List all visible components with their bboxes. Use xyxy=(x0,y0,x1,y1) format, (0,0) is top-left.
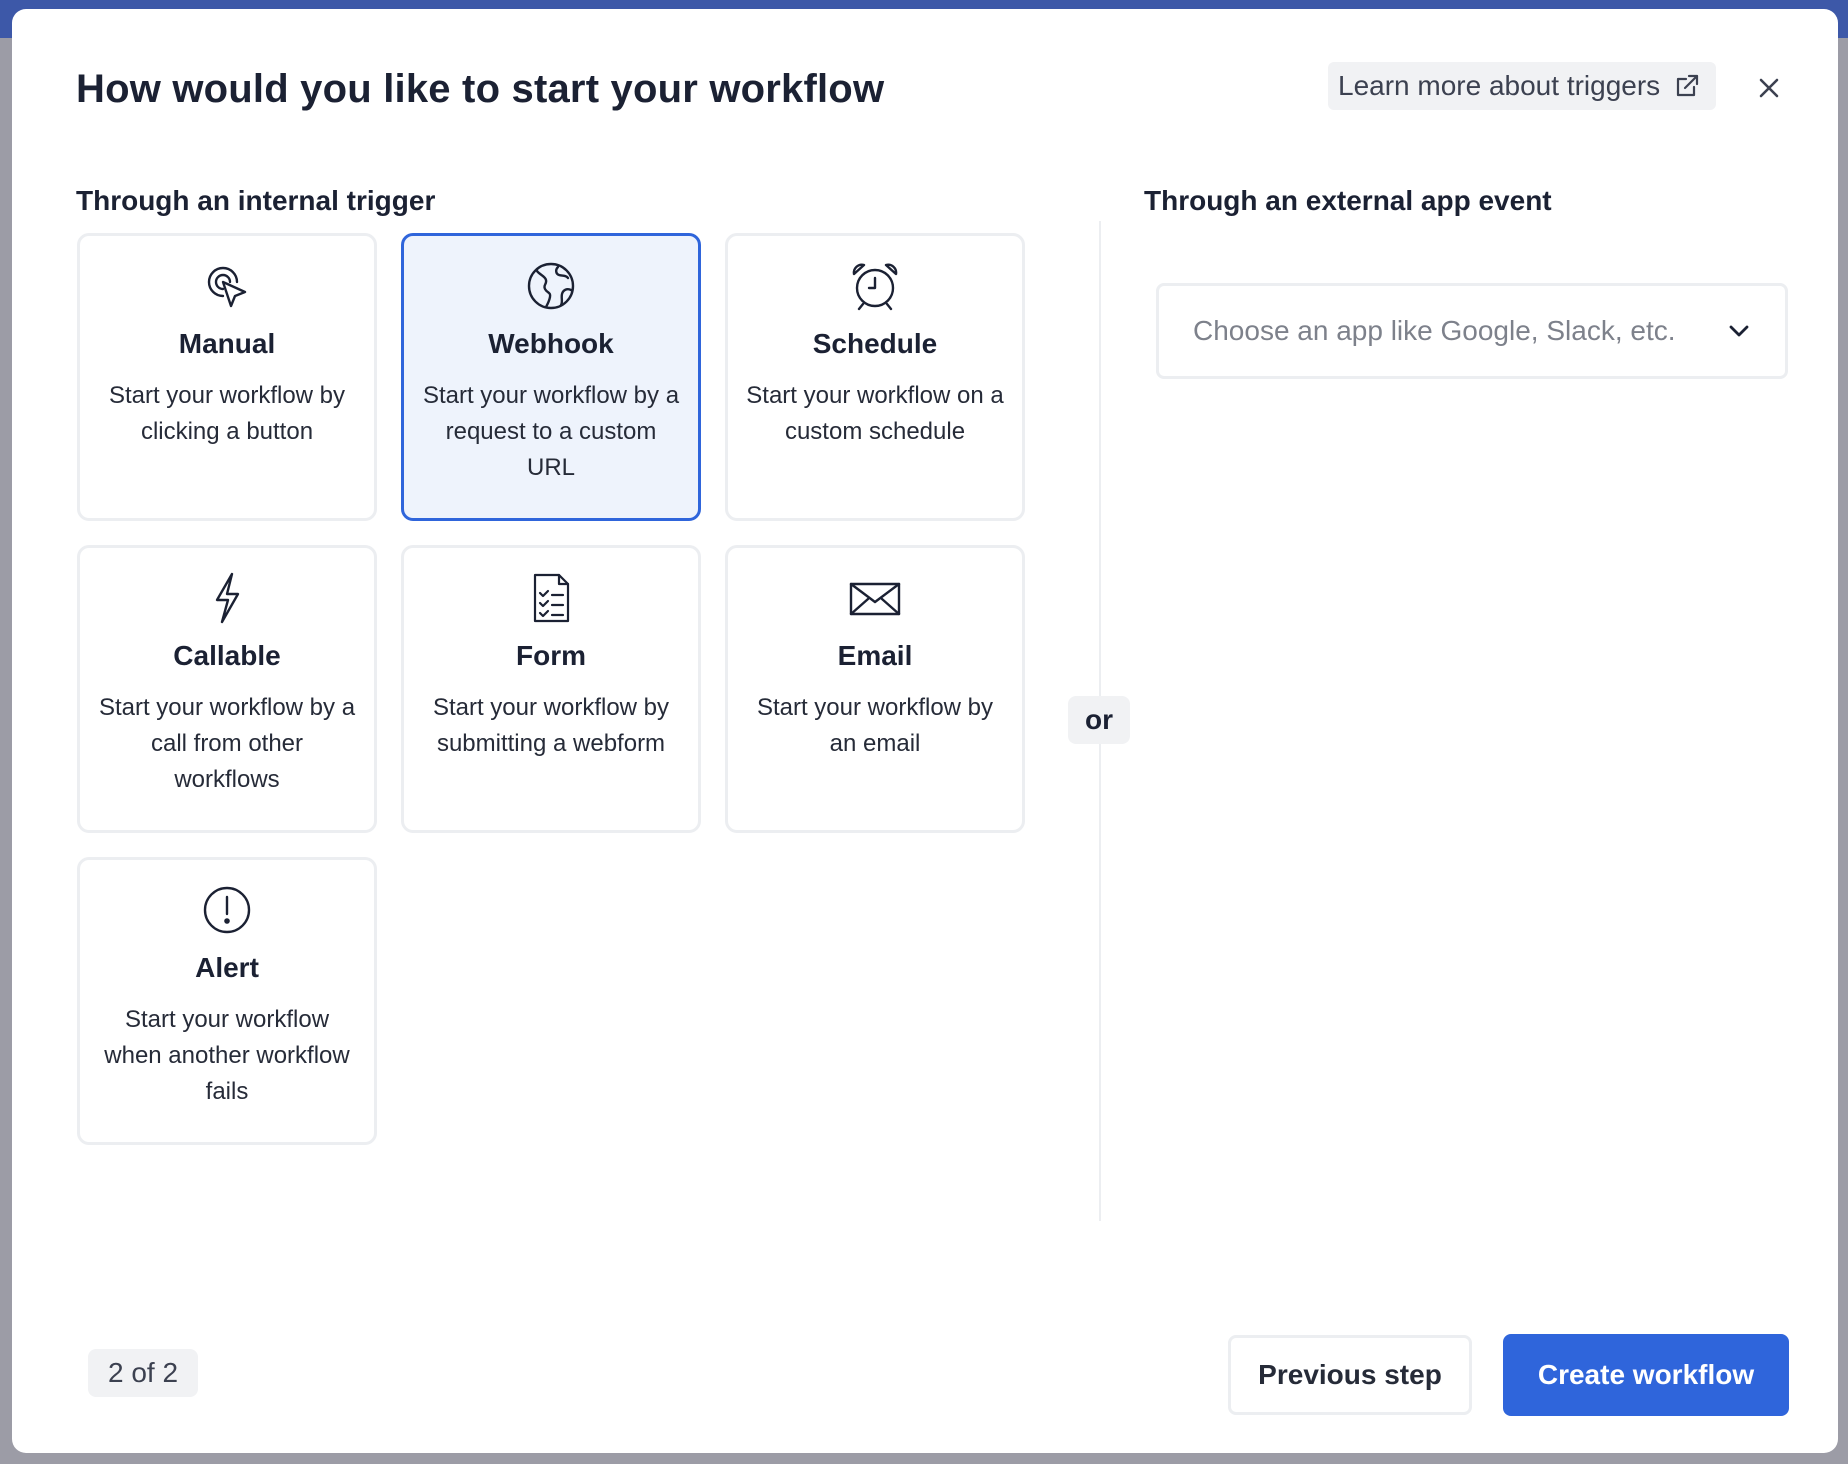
card-description: Start your workflow by a call from other… xyxy=(98,694,356,793)
trigger-card-alert[interactable]: Alert Start your workflow when another w… xyxy=(77,857,377,1145)
or-separator: or xyxy=(1068,696,1130,744)
close-icon[interactable] xyxy=(1752,71,1786,105)
internal-trigger-label: Through an internal trigger xyxy=(76,185,436,216)
card-title: Callable xyxy=(173,640,281,671)
create-workflow-button[interactable]: Create workflow xyxy=(1503,1334,1789,1416)
card-description: Start your workflow on a custom schedule xyxy=(746,382,1004,445)
card-title: Schedule xyxy=(812,328,938,359)
alarm-clock-icon xyxy=(849,260,901,312)
external-link-icon xyxy=(1674,73,1700,99)
card-description: Start your workflow by clicking a button xyxy=(108,382,346,445)
card-title: Webhook xyxy=(488,328,614,359)
envelope-icon xyxy=(849,572,901,624)
learn-more-link[interactable]: Learn more about triggers xyxy=(1328,62,1716,110)
trigger-card-schedule[interactable]: Schedule Start your workflow on a custom… xyxy=(725,233,1025,521)
trigger-card-manual[interactable]: Manual Start your workflow by clicking a… xyxy=(77,233,377,521)
chevron-down-icon xyxy=(1719,324,1759,338)
learn-more-label: Learn more about triggers xyxy=(1338,70,1661,101)
form-checklist-icon xyxy=(525,572,577,624)
trigger-card-webhook[interactable]: Webhook Start your workflow by a request… xyxy=(401,233,701,521)
external-event-label: Through an external app event xyxy=(1144,185,1552,216)
globe-icon xyxy=(525,260,577,312)
cursor-click-icon xyxy=(201,260,253,312)
trigger-card-email[interactable]: Email Start your workflow by an email xyxy=(725,545,1025,833)
alert-circle-icon xyxy=(201,884,253,936)
card-description: Start your workflow by submitting a webf… xyxy=(432,694,670,757)
trigger-dialog: How would you like to start your workflo… xyxy=(12,9,1838,1453)
card-description: Start your workflow by an email xyxy=(756,694,994,757)
app-select-placeholder: Choose an app like Google, Slack, etc. xyxy=(1193,315,1676,346)
previous-step-button[interactable]: Previous step xyxy=(1228,1335,1472,1415)
card-description: Start your workflow when another workflo… xyxy=(104,1006,350,1105)
trigger-card-callable[interactable]: Callable Start your workflow by a call f… xyxy=(77,545,377,833)
card-title: Form xyxy=(516,640,586,671)
dialog-title: How would you like to start your workflo… xyxy=(76,67,885,111)
card-title: Alert xyxy=(195,952,259,983)
lightning-icon xyxy=(201,572,253,624)
card-title: Email xyxy=(837,640,913,671)
card-description: Start your workflow by a request to a cu… xyxy=(422,382,680,481)
step-indicator: 2 of 2 xyxy=(88,1349,198,1397)
trigger-card-form[interactable]: Form Start your workflow by submitting a… xyxy=(401,545,701,833)
card-title: Manual xyxy=(178,328,276,359)
app-select-dropdown[interactable]: Choose an app like Google, Slack, etc. xyxy=(1156,283,1788,379)
